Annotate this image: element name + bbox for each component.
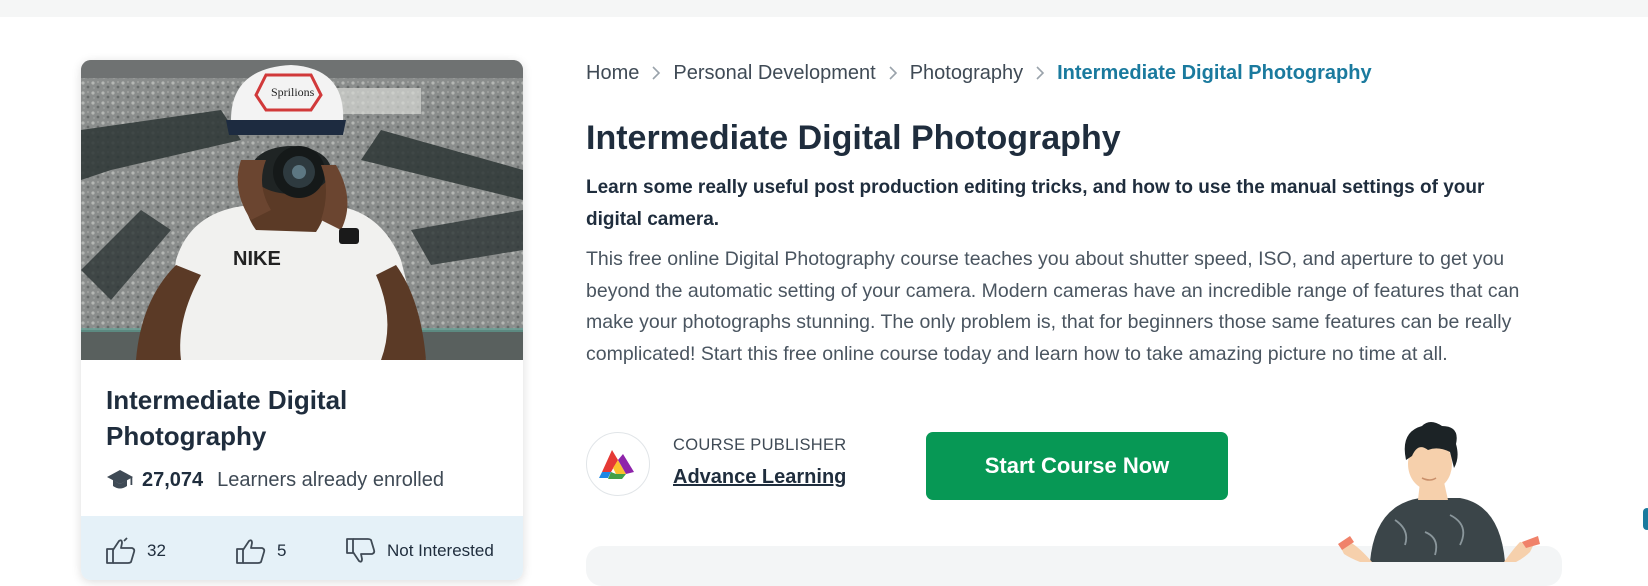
breadcrumb-photography[interactable]: Photography — [910, 62, 1023, 85]
course-image: NIKE Sprilions — [81, 60, 523, 360]
card-title: Intermediate Digital Photography — [106, 385, 348, 451]
enrolled-count: 27,074 — [142, 468, 204, 491]
enrollment-info: 27,074 Learners already enrolled — [106, 465, 444, 495]
like-count-2: 5 — [277, 541, 287, 560]
breadcrumb-home[interactable]: Home — [586, 62, 639, 85]
svg-text:NIKE: NIKE — [233, 248, 281, 270]
card-footer: 32 5 Not Interested — [81, 516, 523, 580]
thumbs-up-icon — [106, 537, 136, 564]
graduation-cap-icon — [107, 470, 133, 489]
start-course-button[interactable]: Start Course Now — [926, 432, 1228, 500]
thumbs-down-icon — [346, 538, 376, 563]
scroll-indicator[interactable] — [1643, 508, 1648, 530]
chevron-right-icon — [652, 66, 661, 80]
course-tagline: Learn some really useful post production… — [586, 177, 1485, 230]
breadcrumb-current[interactable]: Intermediate Digital Photography — [1057, 62, 1371, 85]
enrolled-label: Learners already enrolled — [217, 468, 444, 491]
like-count: 32 — [147, 541, 166, 560]
person-illustration — [1338, 422, 1540, 562]
publisher-label: COURSE PUBLISHER — [673, 436, 847, 454]
chevron-right-icon — [889, 66, 897, 80]
page-title: Intermediate Digital Photography — [586, 119, 1121, 157]
breadcrumb: Home Personal Development Photography In… — [586, 60, 1372, 86]
top-bar — [0, 0, 1648, 17]
course-card[interactable]: NIKE Sprilions Intermediate Digital Phot… — [81, 60, 523, 580]
chevron-right-icon — [1036, 66, 1045, 80]
publisher-logo[interactable] — [586, 432, 650, 496]
course-description: This free online Digital Photography cou… — [586, 248, 1520, 365]
svg-text:Sprilions: Sprilions — [271, 85, 315, 99]
thumbs-up-icon — [236, 539, 266, 564]
not-interested-label: Not Interested — [387, 541, 494, 560]
breadcrumb-personal-development[interactable]: Personal Development — [673, 62, 875, 85]
advance-learning-logo-icon — [599, 450, 634, 479]
publisher-name-link[interactable]: Advance Learning — [673, 466, 846, 489]
